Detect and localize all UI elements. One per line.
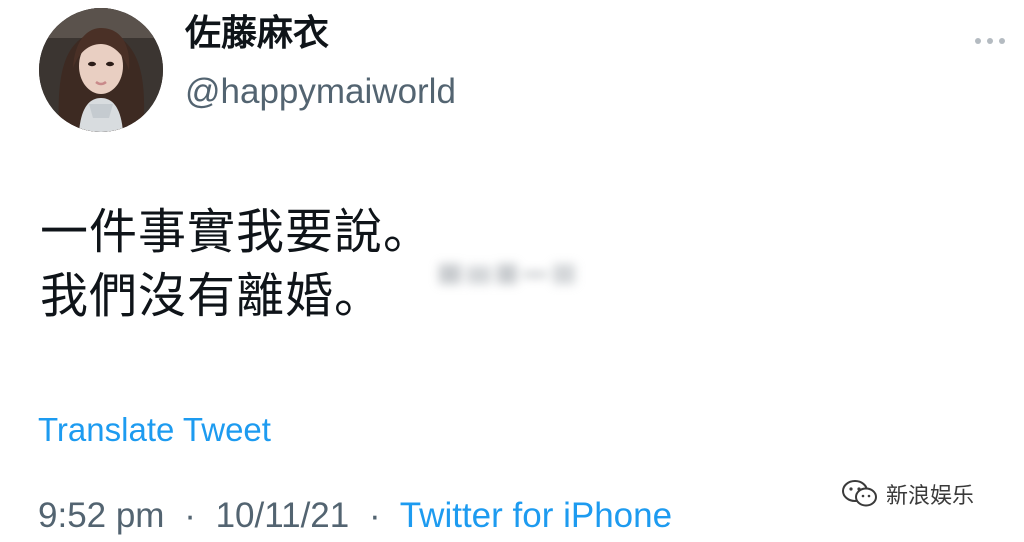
more-dot (975, 38, 981, 44)
more-dot (987, 38, 993, 44)
meta-separator: · (368, 496, 381, 535)
tweet-source-link[interactable]: Twitter for iPhone (400, 496, 672, 535)
meta-separator: · (184, 496, 196, 535)
tweet-date[interactable]: 10/11/21 (216, 496, 350, 535)
tweet-time[interactable]: 9:52 pm (38, 496, 164, 535)
user-handle[interactable]: @happymaiworld (185, 70, 456, 114)
more-dot (999, 38, 1005, 44)
display-name[interactable]: 佐藤麻衣 (185, 12, 329, 56)
avatar[interactable] (39, 8, 163, 132)
tweet-text-line: 一件事實我要說。 (40, 204, 433, 260)
tweet-card: 佐藤麻衣 @happymaiworld 一件事實我要說。 我們沒有離婚。 Tra… (0, 0, 1024, 542)
tweet-meta: 9:52 pm · 10/11/21 · Twitter for iPhone (38, 494, 672, 538)
watermark: 新浪娱乐 (840, 478, 974, 510)
more-horizontal-icon[interactable] (968, 30, 1012, 52)
wechat-icon (842, 480, 877, 507)
tweet-text-line: 我們沒有離婚。 (40, 268, 384, 324)
blurred-watermark (439, 264, 575, 284)
tweet-text: 一件事實我要說。 我們沒有離婚。 (40, 200, 432, 328)
translate-tweet-link[interactable]: Translate Tweet (38, 410, 271, 450)
watermark-text: 新浪娱乐 (886, 484, 975, 509)
